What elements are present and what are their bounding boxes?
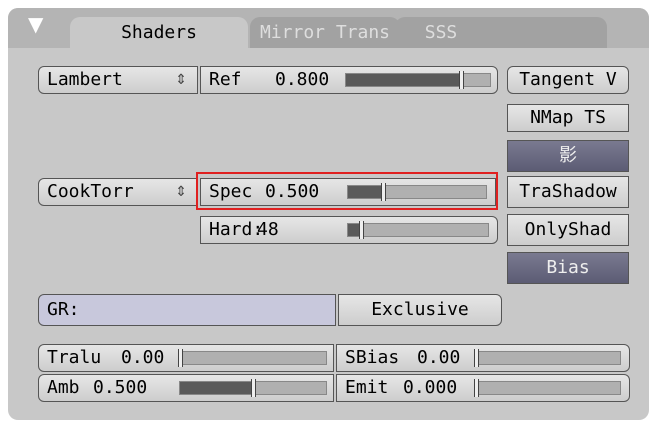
specular-shader-menu[interactable]: CookTorr ⇕: [38, 178, 198, 206]
spec-highlight-box: [196, 172, 498, 210]
updown-arrows-icon: ⇕: [175, 184, 187, 200]
emit-slider[interactable]: Emit 0.000: [336, 374, 630, 402]
tralu-value: 0.00: [121, 347, 165, 368]
shadow-toggle[interactable]: 影: [507, 140, 629, 172]
amb-value: 0.500: [93, 377, 148, 398]
sbias-label: SBias: [345, 347, 400, 368]
ref-slider-track: [345, 71, 491, 89]
ref-slider[interactable]: Ref 0.800: [200, 66, 498, 94]
trashadow-toggle[interactable]: TraShadow: [507, 176, 629, 208]
amb-slider[interactable]: Amb 0.500: [38, 374, 334, 402]
hard-label: Hard:: [209, 219, 264, 240]
emit-value: 0.000: [403, 377, 458, 398]
tab-shaders[interactable]: Shaders: [70, 17, 248, 48]
emit-slider-track: [474, 379, 621, 397]
triangle-down-icon[interactable]: ▼: [28, 14, 43, 34]
nmap-ts-toggle[interactable]: NMap TS: [507, 104, 629, 132]
tralu-slider-track: [178, 349, 327, 367]
sbias-value: 0.00: [417, 347, 461, 368]
bias-toggle[interactable]: Bias: [507, 252, 629, 284]
tab-sss[interactable]: SSS: [395, 17, 607, 48]
amb-label: Amb: [47, 377, 80, 398]
tralu-slider-knob[interactable]: [178, 349, 183, 367]
sbias-slider-track: [474, 349, 621, 367]
diffuse-shader-menu[interactable]: Lambert ⇕: [38, 66, 198, 94]
amb-slider-fill: [180, 382, 253, 394]
ref-value: 0.800: [275, 69, 330, 90]
updown-arrows-icon: ⇕: [175, 72, 187, 88]
hard-value: 48: [257, 219, 279, 240]
sbias-slider[interactable]: SBias 0.00: [336, 344, 630, 372]
amb-slider-knob[interactable]: [251, 379, 256, 397]
specular-shader-label: CookTorr: [47, 181, 134, 202]
tralu-label: Tralu: [47, 347, 102, 368]
group-label: GR:: [47, 299, 80, 320]
hard-slider[interactable]: Hard: 48: [200, 216, 498, 244]
sbias-slider-knob[interactable]: [474, 349, 479, 367]
group-field[interactable]: GR:: [38, 294, 336, 326]
exclusive-toggle[interactable]: Exclusive: [338, 294, 502, 326]
tralu-slider[interactable]: Tralu 0.00: [38, 344, 334, 372]
tab-mirror-trans[interactable]: Mirror Trans: [250, 17, 400, 48]
hard-slider-track: [347, 221, 489, 239]
hard-slider-knob[interactable]: [358, 221, 364, 239]
diffuse-shader-label: Lambert: [47, 69, 123, 90]
tangent-v-toggle[interactable]: Tangent V: [507, 66, 629, 94]
ref-slider-knob[interactable]: [459, 71, 465, 89]
ref-label: Ref: [209, 69, 242, 90]
emit-label: Emit: [345, 377, 389, 398]
amb-slider-track: [179, 379, 327, 397]
onlyshad-toggle[interactable]: OnlyShad: [507, 214, 629, 246]
emit-slider-knob[interactable]: [474, 379, 479, 397]
ref-slider-fill: [346, 74, 462, 86]
